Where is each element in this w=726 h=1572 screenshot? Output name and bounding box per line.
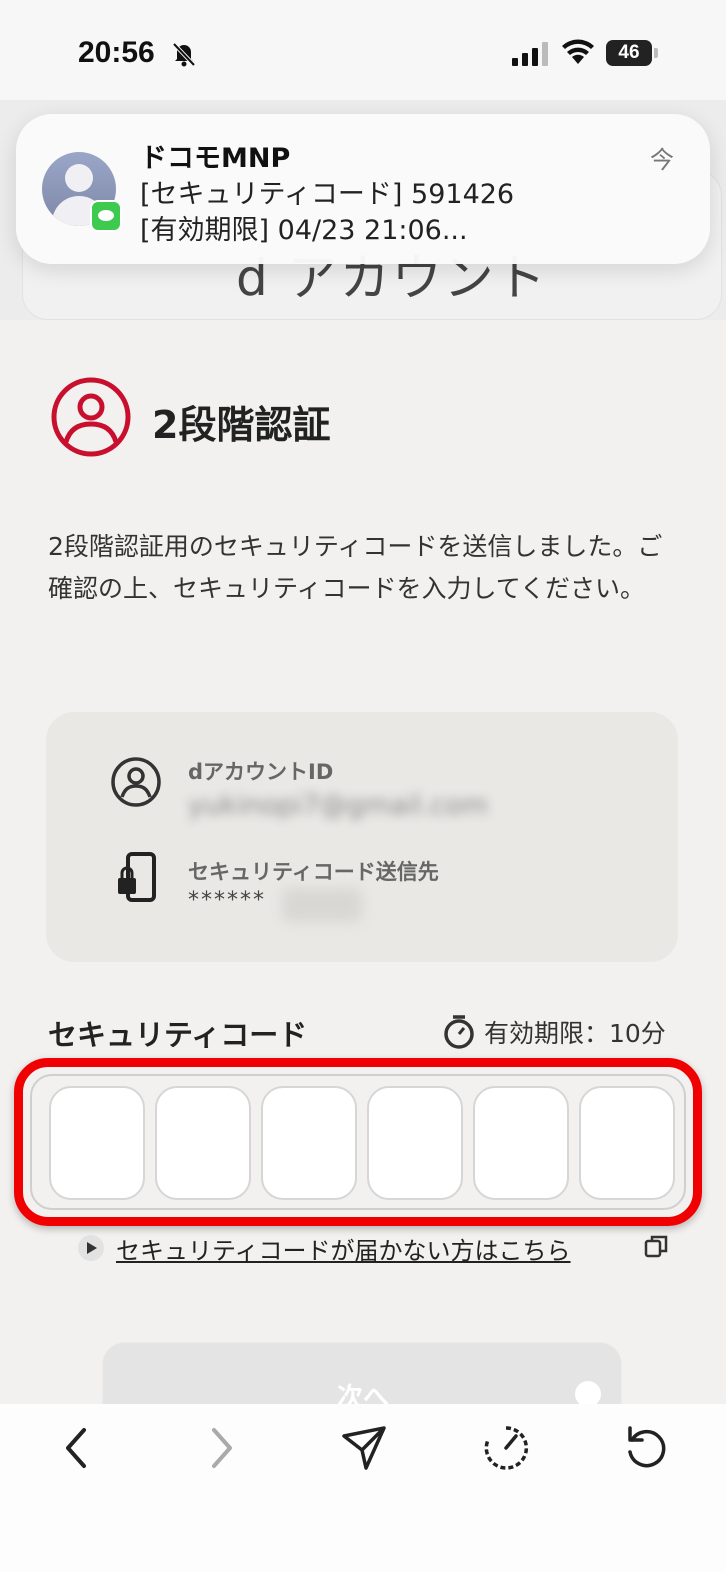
expiry-text: 有効期限：10分 xyxy=(484,1019,666,1048)
help-link-row[interactable]: セキュリティコードが届かない方はこちら xyxy=(78,1231,571,1266)
wifi-icon xyxy=(562,39,594,64)
reload-icon[interactable] xyxy=(618,1420,674,1476)
code-digit-1[interactable] xyxy=(49,1086,145,1200)
timer-icon xyxy=(444,1015,474,1049)
code-digit-3[interactable] xyxy=(261,1086,357,1200)
bell-muted-icon xyxy=(172,42,196,67)
sms-notification-banner[interactable]: ドコモMNP [セキュリティコード] 591426 [有効期限] 04/23 2… xyxy=(16,114,710,264)
status-time: 20:56 xyxy=(78,36,155,69)
notification-sender: ドコモMNP xyxy=(140,143,291,174)
back-icon[interactable] xyxy=(50,1420,106,1476)
play-bullet-icon xyxy=(78,1235,104,1261)
status-bar: 20:56 46 xyxy=(0,0,726,100)
share-send-icon[interactable] xyxy=(336,1420,392,1476)
code-digit-6[interactable] xyxy=(579,1086,675,1200)
code-digit-4[interactable] xyxy=(367,1086,463,1200)
notification-message-line1: [セキュリティコード] 591426 xyxy=(140,179,515,210)
signal-icon xyxy=(512,42,548,66)
security-code-label: セキュリティコード xyxy=(48,1018,308,1052)
external-window-icon xyxy=(644,1235,668,1258)
account-icon xyxy=(111,757,161,807)
notification-time: 今 xyxy=(650,146,674,174)
account-info-card xyxy=(46,712,678,962)
instruction-text: 2段階認証用のセキュリティコードを送信しました。ご確認の上、セキュリティコードを… xyxy=(48,532,663,603)
page-title: 2段階認証 xyxy=(152,403,331,447)
account-id-value: yukinopi7@gmail.com xyxy=(188,790,488,821)
battery-tip xyxy=(654,48,658,58)
speed-gauge-icon[interactable] xyxy=(478,1420,534,1476)
destination-label: セキュリティコード送信先 xyxy=(188,860,439,884)
code-not-received-link[interactable]: セキュリティコードが届かない方はこちら xyxy=(116,1231,571,1266)
battery-indicator: 46 xyxy=(606,40,652,66)
notification-message-line2: [有効期限] 04/23 21:06... xyxy=(140,215,468,246)
destination-redaction xyxy=(282,888,362,922)
messages-app-icon xyxy=(90,200,122,232)
account-id-label: dアカウントID xyxy=(188,760,334,784)
code-digit-5[interactable] xyxy=(473,1086,569,1200)
forward-icon[interactable] xyxy=(194,1420,250,1476)
destination-value: ****** xyxy=(188,888,266,913)
user-circle-icon xyxy=(51,377,131,457)
code-digit-2[interactable] xyxy=(155,1086,251,1200)
phone-lock-icon xyxy=(118,852,156,902)
